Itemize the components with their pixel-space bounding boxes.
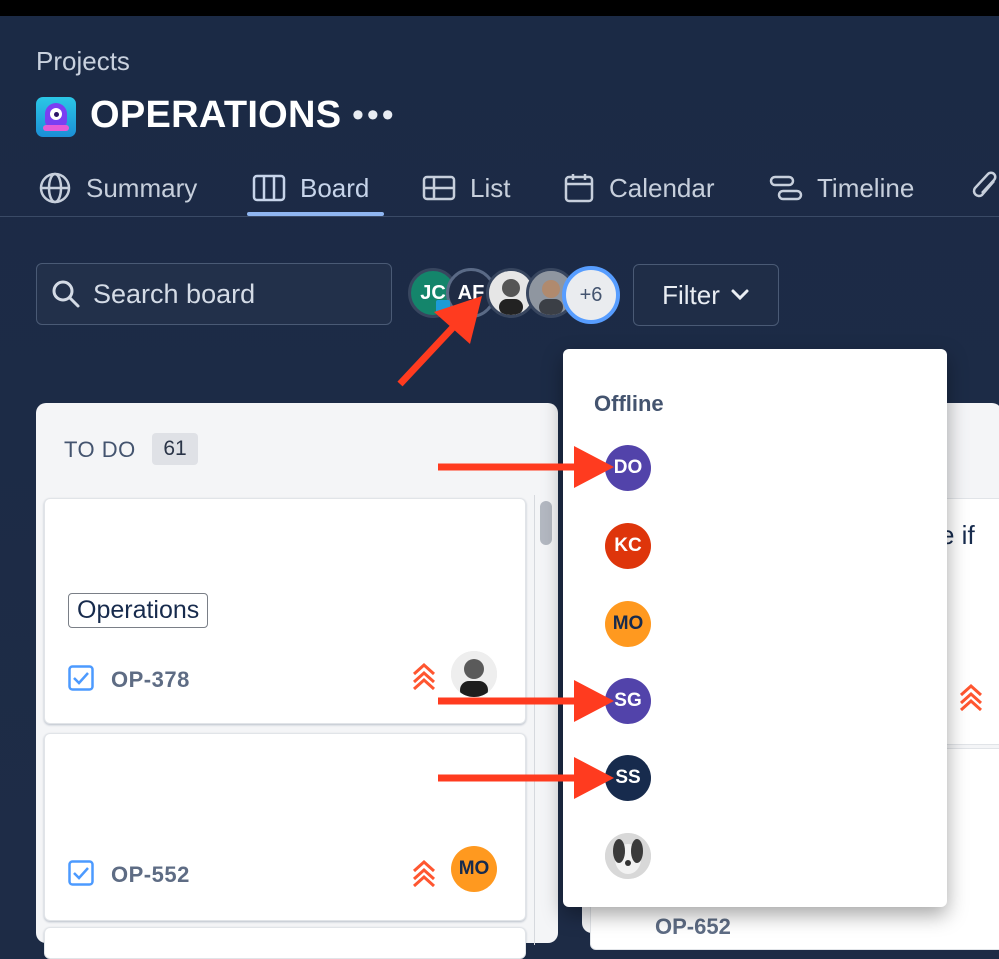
issue-card[interactable]: OP-552 MO bbox=[44, 733, 526, 921]
timeline-icon bbox=[769, 175, 803, 201]
tab-timeline[interactable]: Timeline bbox=[769, 170, 914, 206]
priority-highest-icon bbox=[959, 683, 983, 711]
assignee-avatar[interactable]: MO bbox=[451, 846, 497, 892]
column-count-badge: 61 bbox=[152, 433, 198, 465]
board-icon bbox=[252, 174, 286, 202]
project-tabs: Summary Board List Calendar Timeline bbox=[0, 160, 999, 217]
issue-key[interactable]: OP-552 bbox=[111, 862, 190, 888]
jira-badge-icon bbox=[436, 300, 450, 314]
tab-attachments[interactable] bbox=[972, 170, 999, 206]
scrollbar-track bbox=[534, 495, 535, 945]
calendar-icon bbox=[564, 174, 594, 203]
card-label: Operations bbox=[68, 593, 209, 628]
page-title: OPERATIONS bbox=[90, 94, 342, 136]
offline-user-avatar[interactable]: KC bbox=[605, 523, 651, 569]
chevron-down-icon bbox=[731, 289, 749, 301]
breadcrumb[interactable]: Projects bbox=[36, 46, 130, 77]
task-checkbox-icon bbox=[68, 665, 94, 691]
filter-label: Filter bbox=[662, 279, 720, 310]
tab-board[interactable]: Board bbox=[252, 170, 369, 206]
assignee-avatar[interactable] bbox=[451, 651, 497, 697]
tab-label: Summary bbox=[86, 172, 198, 203]
tab-label: Timeline bbox=[817, 172, 915, 203]
offline-users-dropdown: Offline DO KC MO SG SS bbox=[563, 349, 947, 907]
task-checkbox-icon bbox=[68, 860, 94, 886]
more-avatars-button[interactable]: +6 bbox=[562, 266, 620, 324]
board-column-todo: TO DO 61 Operations OP-378 OP-552 MO bbox=[36, 403, 558, 959]
top-edge-bar bbox=[0, 0, 999, 16]
avatar-group: JC AF +6 bbox=[408, 266, 620, 324]
offline-user-avatar[interactable]: SG bbox=[605, 678, 651, 724]
globe-icon bbox=[39, 172, 71, 204]
tab-label: Calendar bbox=[609, 172, 715, 203]
offline-user-avatar[interactable]: SS bbox=[605, 755, 651, 801]
issue-key[interactable]: OP-378 bbox=[111, 667, 190, 693]
filter-button[interactable]: Filter bbox=[633, 264, 779, 326]
more-actions-button[interactable]: ••• bbox=[352, 96, 397, 135]
priority-highest-icon bbox=[412, 859, 436, 887]
search-placeholder: Search board bbox=[93, 278, 256, 309]
issue-key-partial: OP-652 bbox=[655, 914, 731, 939]
priority-highest-icon bbox=[412, 662, 436, 690]
dropdown-heading: Offline bbox=[594, 391, 664, 416]
issue-card[interactable]: Operations OP-378 bbox=[44, 498, 526, 724]
tab-label: List bbox=[470, 172, 511, 203]
active-tab-indicator bbox=[247, 212, 384, 216]
scrollbar-thumb[interactable] bbox=[540, 501, 552, 545]
paperclip-icon bbox=[972, 171, 997, 198]
search-input[interactable]: Search board bbox=[36, 263, 392, 325]
list-icon bbox=[422, 175, 456, 201]
tab-calendar[interactable]: Calendar bbox=[563, 170, 715, 206]
tab-list[interactable]: List bbox=[422, 170, 510, 206]
offline-user-avatar-photo[interactable] bbox=[605, 833, 651, 879]
column-title: TO DO bbox=[64, 437, 136, 462]
tab-summary[interactable]: Summary bbox=[38, 170, 197, 206]
issue-card[interactable] bbox=[44, 927, 526, 959]
search-icon bbox=[52, 280, 80, 308]
project-avatar-icon bbox=[36, 97, 76, 137]
offline-user-avatar[interactable]: DO bbox=[605, 445, 651, 491]
tab-label: Board bbox=[300, 172, 370, 203]
offline-user-avatar[interactable]: MO bbox=[605, 601, 651, 647]
